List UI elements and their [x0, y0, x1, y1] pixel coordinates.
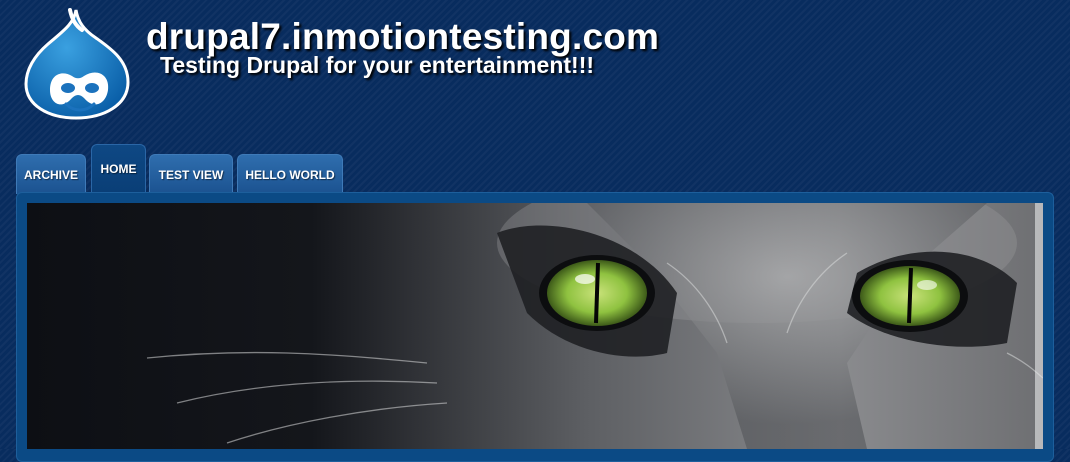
tab-hello-world[interactable]: HELLO WORLD [237, 154, 343, 194]
hero-cat-image [27, 203, 1043, 449]
site-slogan: Testing Drupal for your entertainment!!! [160, 52, 595, 78]
tab-archive[interactable]: ARCHIVE [16, 154, 86, 194]
main-menu: ARCHIVE HOME TEST VIEW HELLO WORLD [16, 142, 416, 194]
drupal-logo-icon[interactable] [24, 4, 132, 122]
tab-home[interactable]: HOME [91, 144, 146, 194]
tab-test-view[interactable]: TEST VIEW [149, 154, 233, 194]
